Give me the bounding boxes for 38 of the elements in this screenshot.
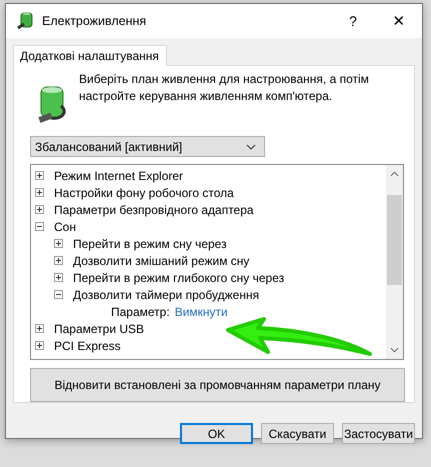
scroll-down-icon[interactable] xyxy=(390,347,399,353)
caret-icon xyxy=(246,144,256,150)
setting-value-link[interactable]: Вимкнути xyxy=(174,304,228,318)
expand-icon[interactable] xyxy=(54,239,63,248)
tree-item[interactable]: Настройки фону робочого стола xyxy=(54,186,234,200)
dialog-button[interactable]: Скасувати xyxy=(261,423,334,444)
tree-item[interactable]: Параметри USB xyxy=(54,322,144,336)
tree-item[interactable]: Режим Internet Explorer xyxy=(54,168,184,182)
collapse-icon[interactable] xyxy=(35,222,44,231)
scrollbar-thumb[interactable] xyxy=(387,195,402,285)
tree-item[interactable]: Перейти в режим сну через xyxy=(73,236,227,250)
expand-icon[interactable] xyxy=(54,256,63,265)
tree-item[interactable]: Дозволити змішаний режим сну xyxy=(73,254,250,268)
tree-item[interactable]: Дозволити таймери пробудження xyxy=(73,288,260,302)
plan-dropdown[interactable]: Збалансований [активний] xyxy=(30,136,265,157)
collapse-icon[interactable] xyxy=(54,290,63,299)
expand-icon[interactable] xyxy=(35,205,44,214)
tree-item[interactable]: PCI Express xyxy=(54,338,121,352)
window-title: Електроживлення xyxy=(42,14,148,28)
expand-icon[interactable] xyxy=(35,324,44,333)
dialog-button[interactable]: OK xyxy=(180,423,253,444)
scroll-up-icon[interactable] xyxy=(390,171,399,177)
tree-item[interactable]: Параметри безпровідного адаптера xyxy=(54,202,254,216)
setting-label: Параметр: xyxy=(111,304,170,318)
expand-icon[interactable] xyxy=(35,171,44,180)
tab[interactable]: Додаткові налаштування xyxy=(13,45,167,66)
expand-icon[interactable] xyxy=(54,273,63,282)
scrollbar[interactable] xyxy=(386,165,403,359)
help-button[interactable]: ? xyxy=(330,4,376,38)
close-button[interactable]: ✕ xyxy=(376,4,422,38)
tree-item[interactable]: Сон xyxy=(54,220,76,234)
expand-icon[interactable] xyxy=(35,188,44,197)
intro-text: Виберіть план живлення для настроювання, а потім настройте керування живленням комп'ютера. xyxy=(79,71,370,105)
dialog-button[interactable]: Застосувати xyxy=(342,423,415,444)
tree-item[interactable]: Перейти в режим глибокого сну через xyxy=(73,270,284,284)
restore-defaults-button[interactable]: Відновити встановлені за промовчанням параметри плану xyxy=(30,368,405,402)
expand-icon[interactable] xyxy=(35,341,44,350)
battery-plug-icon xyxy=(15,11,35,31)
